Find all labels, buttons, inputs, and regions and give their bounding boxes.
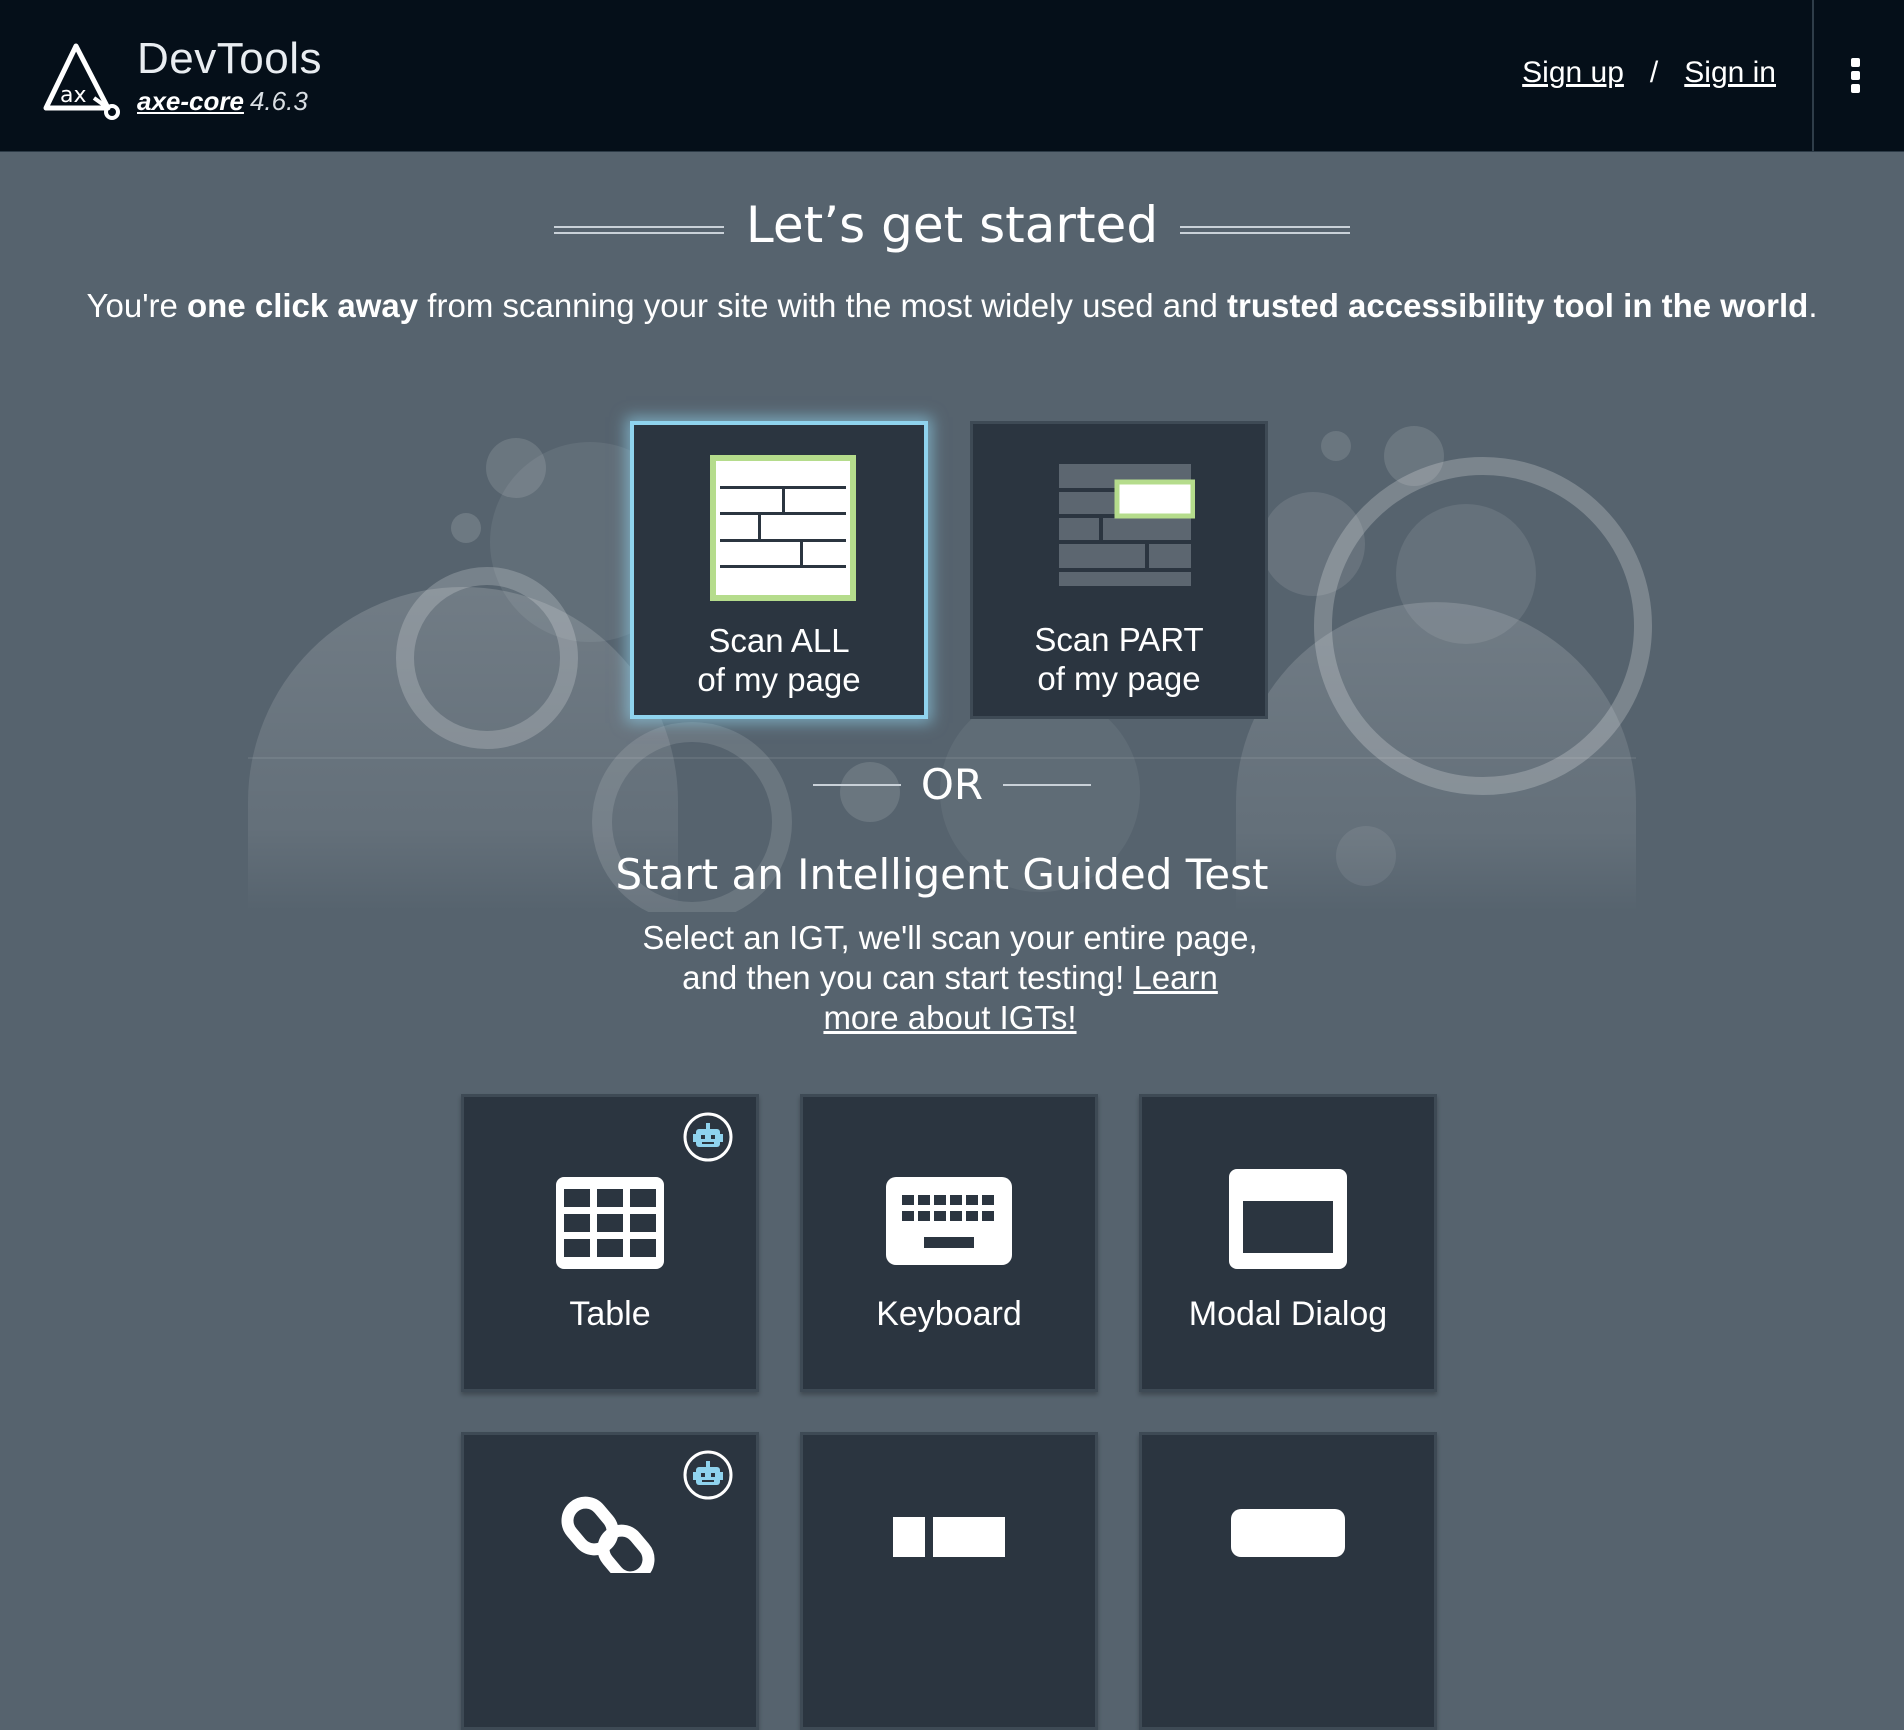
intro-bold-1: one click away	[187, 287, 419, 324]
intro-part-2: from scanning your site with the most wi…	[418, 287, 1228, 324]
or-rule-left	[812, 784, 901, 786]
svg-text:ax: ax	[60, 83, 87, 108]
igt-card-label: Modal Dialog	[1188, 1295, 1388, 1333]
igt-description: Select an IGT, we'll scan your entire pa…	[640, 918, 1260, 1038]
auth-links: Sign up / Sign in	[1522, 56, 1776, 90]
intro-part-1: You're	[86, 287, 187, 324]
sign-in-link[interactable]: Sign in	[1684, 56, 1776, 89]
modal-dialog-icon	[1142, 1169, 1434, 1276]
scan-all-label: Scan ALL of my page	[697, 622, 861, 698]
core-version: axe-core 4.6.3	[137, 86, 308, 117]
igt-card-table[interactable]: Table	[461, 1094, 759, 1392]
scan-part-button[interactable]: Scan PART of my page	[970, 421, 1268, 719]
table-icon	[464, 1175, 756, 1276]
heading-text: Let’s get started	[745, 196, 1159, 254]
version-number: 4.6.3	[249, 86, 308, 116]
robot-icon	[683, 1112, 733, 1162]
intro-bold-2: trusted accessibility tool in the world	[1227, 287, 1809, 324]
or-text: OR	[920, 760, 984, 809]
axe-logo-icon: ax	[43, 43, 120, 120]
top-bar: ax DevTools axe-core 4.6.3 Sign up / Sign i…	[0, 0, 1904, 152]
scan-part-label: Scan PART of my page	[1034, 621, 1204, 697]
page-heading: Let’s get started	[553, 196, 1351, 254]
igt-card-links[interactable]	[461, 1432, 759, 1730]
heading-row: Let’s get started	[0, 196, 1904, 254]
app-title: DevTools	[137, 34, 322, 83]
intro-part-3: .	[1808, 287, 1818, 324]
link-icon	[464, 1493, 756, 1584]
igt-heading: Start an Intelligent Guided Test	[615, 850, 1269, 899]
scan-all-button[interactable]: Scan ALL of my page	[630, 421, 928, 719]
heading-rule-right	[1180, 226, 1351, 234]
igt-card-structure[interactable]	[800, 1432, 1098, 1730]
igt-card-label: Keyboard	[876, 1295, 1022, 1333]
or-rule-right	[1003, 784, 1092, 786]
partial-page-icon	[1059, 464, 1195, 586]
heading-rule-left	[553, 226, 724, 234]
form-icon	[1142, 1507, 1434, 1562]
axe-core-link[interactable]: axe-core	[137, 86, 244, 116]
igt-card-forms[interactable]	[1139, 1432, 1437, 1730]
or-divider: OR	[0, 760, 1904, 809]
igt-card-keyboard[interactable]: Keyboard	[800, 1094, 1098, 1392]
more-options-icon[interactable]	[1846, 58, 1864, 96]
sign-up-link[interactable]: Sign up	[1522, 56, 1624, 89]
keyboard-icon	[803, 1175, 1095, 1272]
igt-card-modal-dialog[interactable]: Modal Dialog	[1139, 1094, 1437, 1392]
menu-divider	[1812, 0, 1814, 151]
full-page-icon	[710, 455, 856, 601]
auth-separator: /	[1649, 56, 1659, 89]
igt-card-label: Table	[569, 1295, 651, 1333]
structure-icon	[803, 1517, 1095, 1562]
intro-text: You're one click away from scanning your…	[0, 286, 1904, 326]
